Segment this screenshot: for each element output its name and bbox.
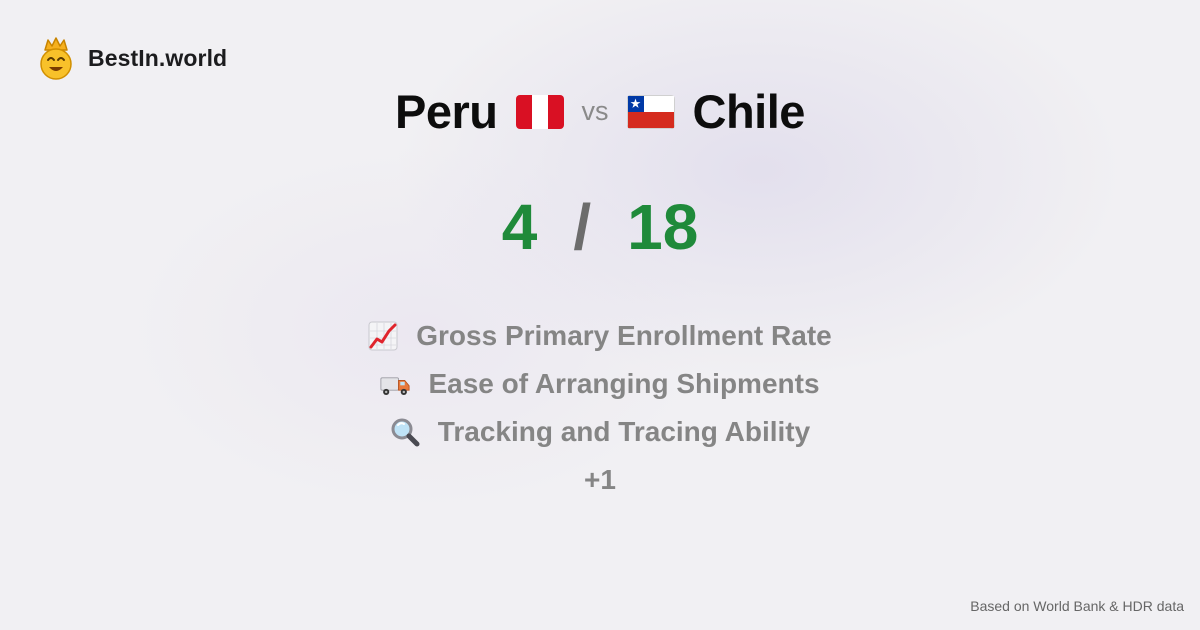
left-country-name: Peru [395, 85, 498, 138]
right-score: 18 [627, 191, 699, 263]
score-separator: / [573, 191, 592, 263]
brand[interactable]: BestIn.world [38, 36, 227, 80]
brand-name: BestIn.world [88, 44, 228, 71]
list-item: Gross Primary Enrollment Rate [368, 312, 832, 360]
chile-flag-icon [626, 94, 675, 129]
magnifying-glass-icon [391, 418, 420, 447]
left-score: 4 [501, 191, 538, 263]
right-country-name: Chile [692, 85, 806, 138]
delivery-truck-icon [380, 377, 411, 396]
vs-label: vs [581, 96, 609, 126]
metric-label: Ease of Arranging Shipments [428, 368, 820, 399]
peru-flag-icon [515, 94, 564, 129]
more-count: +1 [584, 464, 616, 495]
comparison-headline: Peru vs Chile [0, 84, 1200, 139]
crown-smiley-icon [40, 37, 72, 80]
metric-label: Tracking and Tracing Ability [437, 416, 811, 447]
metric-list: Gross Primary Enrollment Rate Ease of Ar… [0, 312, 1200, 504]
list-item: Ease of Arranging Shipments [380, 360, 820, 408]
metric-label: Gross Primary Enrollment Rate [416, 320, 832, 351]
chart-increasing-icon [368, 321, 398, 351]
score: 4 / 18 [0, 190, 1200, 264]
data-source-note: Based on World Bank & HDR data [970, 598, 1184, 614]
list-item: Tracking and Tracing Ability [390, 408, 810, 456]
